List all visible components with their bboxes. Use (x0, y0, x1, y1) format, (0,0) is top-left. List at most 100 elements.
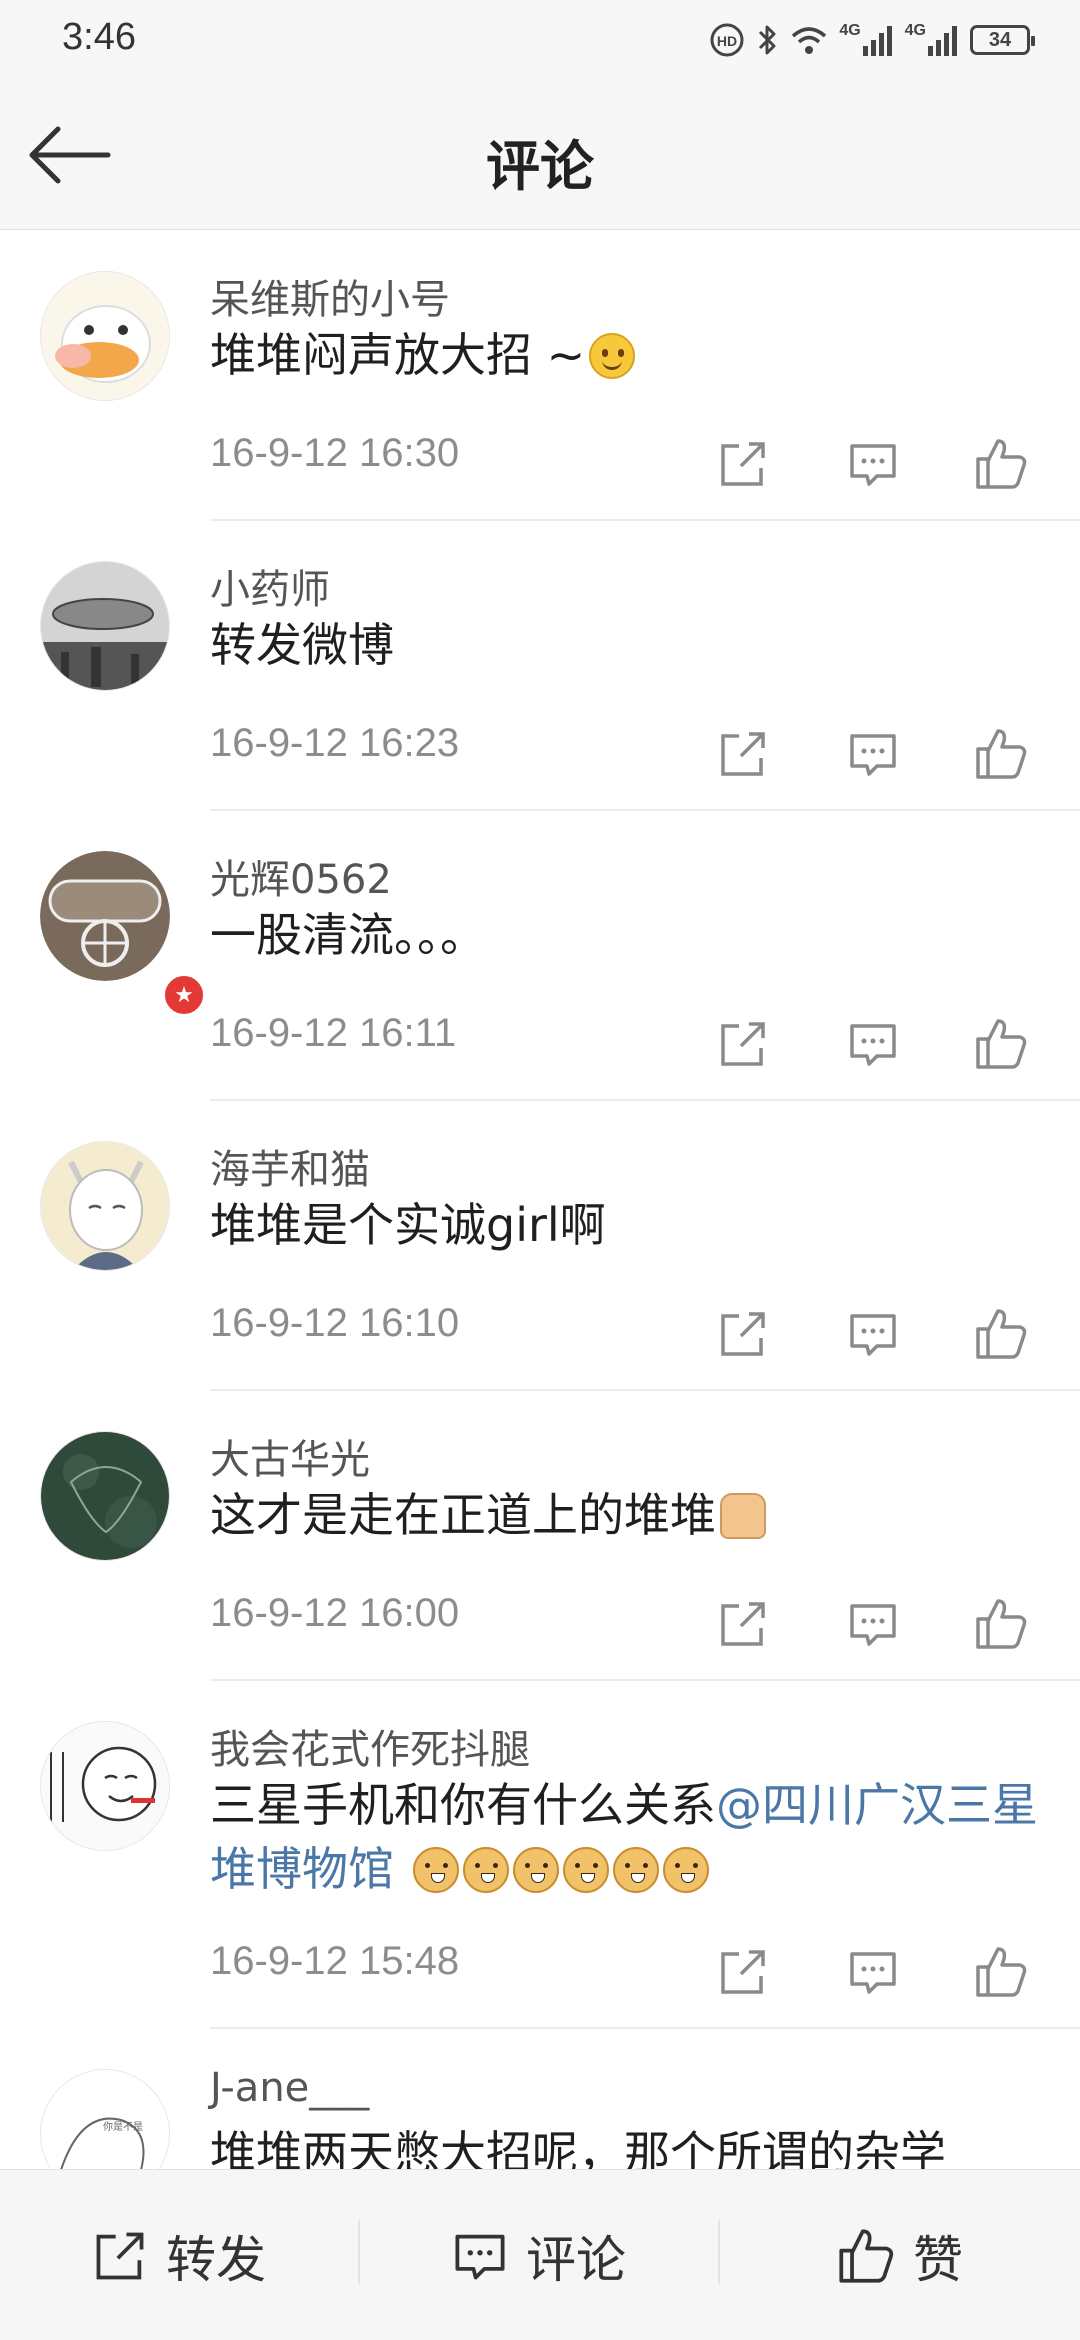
share-icon (721, 1950, 765, 1994)
username[interactable]: 呆维斯的小号 (210, 267, 450, 325)
comment-actions (700, 429, 1060, 499)
svg-text:你是不是: 你是不是 (103, 2120, 143, 2133)
comment-actions (700, 1937, 1060, 2007)
like-button[interactable] (966, 1299, 1036, 1369)
list-item: 海芋和猫 堆堆是个实诚girl啊 16-9-12 16:10 (0, 1101, 1080, 1391)
thumbs-up-emoji-icon (720, 1493, 766, 1539)
repost-button[interactable] (708, 1009, 778, 1079)
avatar[interactable] (40, 1141, 170, 1271)
comment-icon (850, 444, 896, 486)
comment-text: 堆堆闷声放大招 ~ (210, 323, 1040, 387)
thumbs-up-icon (976, 729, 1027, 779)
avatar[interactable]: 你是不是 (40, 2069, 170, 2169)
share-icon (721, 442, 765, 486)
comment-text: 堆堆是个实诚girl啊 (210, 1198, 606, 1252)
wifi-icon (789, 22, 829, 58)
comment-time: 16-9-12 16:10 (210, 1301, 460, 1345)
comment-actions (700, 1299, 1060, 1369)
avatar[interactable] (40, 1431, 170, 1561)
comment-text: 转发微博 (210, 618, 394, 672)
comment-time: 16-9-12 16:11 (210, 1011, 457, 1055)
thumbs-up-icon (976, 1947, 1027, 1997)
list-item: 我会花式作死抖腿 三星手机和你有什么关系@四川广汉三星堆博物馆 16-9-12 … (0, 1681, 1080, 2029)
thumbs-up-icon (839, 2228, 894, 2283)
page-title: 评论 (486, 135, 594, 198)
doge-emoji-icon (612, 1847, 659, 1893)
bluetooth-icon (755, 22, 779, 58)
network-label-1: 4G (839, 22, 861, 39)
repost-button[interactable] (708, 1589, 778, 1659)
like-tab-button[interactable]: 赞 (720, 2170, 1080, 2340)
username[interactable]: 小药师 (210, 557, 330, 615)
comment-text-content: 堆堆闷声放大招 ~ (210, 328, 586, 382)
repost-button[interactable] (708, 1937, 778, 2007)
username[interactable]: 光辉0562 (210, 847, 392, 905)
like-button[interactable] (966, 719, 1036, 789)
reply-button[interactable] (838, 1299, 908, 1369)
avatar[interactable] (40, 271, 170, 401)
username[interactable]: 大古华光 (210, 1427, 370, 1485)
thumbs-up-icon (976, 439, 1027, 489)
repost-label: 转发 (166, 2230, 266, 2289)
status-icons: HD 4G 4G 34 (709, 20, 1035, 60)
battery-level: 34 (988, 28, 1012, 51)
repost-button[interactable] (708, 719, 778, 789)
comment-text: 一股清流。。。 (210, 908, 486, 962)
bottom-action-bar: 转发 评论 赞 (0, 2169, 1080, 2340)
comment-actions (700, 1589, 1060, 1659)
reply-button[interactable] (838, 1937, 908, 2007)
comment-actions (700, 719, 1060, 789)
username[interactable]: 我会花式作死抖腿 (210, 1717, 530, 1775)
share-icon (721, 1602, 765, 1646)
reply-button[interactable] (838, 1589, 908, 1659)
reply-button[interactable] (838, 429, 908, 499)
network-label-2: 4G (904, 22, 926, 39)
share-icon (96, 2232, 144, 2279)
repost-button[interactable] (708, 1299, 778, 1369)
comment-time: 16-9-12 16:30 (210, 431, 460, 475)
comment-icon (850, 1604, 896, 1646)
like-button[interactable] (966, 429, 1036, 499)
avatar[interactable] (40, 561, 170, 691)
thumbs-up-icon (976, 1599, 1027, 1649)
status-time: 3:46 (62, 16, 136, 58)
doge-emoji-icon (462, 1847, 509, 1893)
comment-tab-button[interactable]: 评论 (360, 2170, 718, 2340)
like-button[interactable] (966, 1937, 1036, 2007)
username[interactable]: J-ane___ (210, 2065, 369, 2111)
like-label: 赞 (913, 2230, 963, 2289)
comment-text-content: 三星手机和你有什么关系 (210, 1778, 716, 1832)
thumbs-up-icon (976, 1019, 1027, 1069)
avatar[interactable]: ★ (40, 851, 206, 1017)
repost-button[interactable] (708, 429, 778, 499)
comment-icon (850, 1952, 896, 1994)
comment-time: 16-9-12 15:48 (210, 1939, 460, 1983)
comment-actions (700, 1009, 1060, 1079)
list-item: 你是不是 J-ane___ 堆堆两天憋大招呢，那个所谓的杂学 (0, 2029, 1080, 2169)
avatar[interactable] (40, 1721, 170, 1851)
doge-emoji-icon (662, 1847, 709, 1893)
comment-icon (850, 1314, 896, 1356)
like-button[interactable] (966, 1589, 1036, 1659)
share-icon (721, 1312, 765, 1356)
username[interactable]: 海芋和猫 (210, 1137, 370, 1195)
verified-badge-icon: ★ (162, 973, 206, 1017)
svg-text:HD: HD (717, 33, 737, 49)
nav-bar: 评论 (0, 80, 1080, 230)
share-icon (721, 1022, 765, 1066)
hd-call-icon: HD (709, 22, 745, 58)
repost-tab-button[interactable]: 转发 (0, 2170, 358, 2340)
list-item: 呆维斯的小号 堆堆闷声放大招 ~ 16-9-12 16:30 (0, 231, 1080, 521)
reply-button[interactable] (838, 1009, 908, 1079)
comment-time: 16-9-12 16:23 (210, 721, 460, 765)
doge-emoji-icon (512, 1847, 559, 1893)
comment-text: 三星手机和你有什么关系@四川广汉三星堆博物馆 (210, 1773, 1040, 1901)
status-bar: 3:46 HD 4G 4G 34 (0, 0, 1080, 80)
list-item: ★ 光辉0562 一股清流。。。 16-9-12 16:11 (0, 811, 1080, 1101)
comment-text: 这才是走在正道上的堆堆 (210, 1483, 1040, 1547)
reply-button[interactable] (838, 719, 908, 789)
doge-emoji-icon (562, 1847, 609, 1893)
comment-text: 堆堆两天憋大招呢，那个所谓的杂学 (210, 2126, 946, 2169)
comment-list[interactable]: 呆维斯的小号 堆堆闷声放大招 ~ 16-9-12 16:30 小药师 转发微博 … (0, 231, 1080, 2169)
like-button[interactable] (966, 1009, 1036, 1079)
